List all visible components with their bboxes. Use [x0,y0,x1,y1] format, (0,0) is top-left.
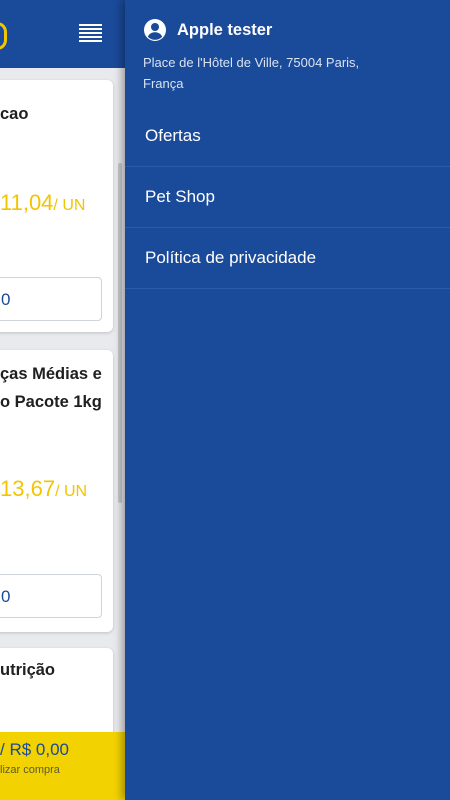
account-circle-icon [144,19,166,41]
drawer-menu: Ofertas Pet Shop Política de privacidade [125,106,450,289]
scrollbar[interactable] [118,163,122,503]
drawer-user[interactable]: Apple tester [143,18,272,42]
cart-bar[interactable]: / R$ 0,00 lizar compra [0,732,125,800]
cart-hint: lizar compra [0,764,60,776]
app-logo [0,22,7,50]
product-price: 11,04/ UN [0,190,86,215]
product-list: cao 11,04/ UN 0 ças Médias e o Pacote 1k… [0,68,125,732]
product-title: cao [0,105,29,123]
app-header [0,0,125,68]
menu-item-ofertas[interactable]: Ofertas [125,106,450,167]
product-card[interactable]: cao 11,04/ UN 0 [0,80,113,332]
user-address: Place de l'Hôtel de Ville, 75004 Paris, … [143,55,360,91]
product-card[interactable]: ças Médias e o Pacote 1kg 13,67/ UN 0 [0,350,113,632]
quantity-field[interactable]: 0 [0,574,102,618]
product-title: ças Médias e o Pacote 1kg [0,365,102,411]
menu-item-privacy-policy[interactable]: Política de privacidade [125,228,450,289]
menu-item-pet-shop[interactable]: Pet Shop [125,167,450,228]
cart-total: / R$ 0,00 [0,740,69,759]
hamburger-menu-icon[interactable] [79,24,102,46]
product-title: utrição [0,661,56,679]
user-name: Apple tester [177,20,273,39]
product-price: 13,67/ UN [0,476,88,501]
product-card[interactable]: utrição [0,648,113,732]
navigation-drawer: Apple tester Place de l'Hôtel de Ville, … [125,0,450,800]
quantity-field[interactable]: 0 [0,277,102,321]
